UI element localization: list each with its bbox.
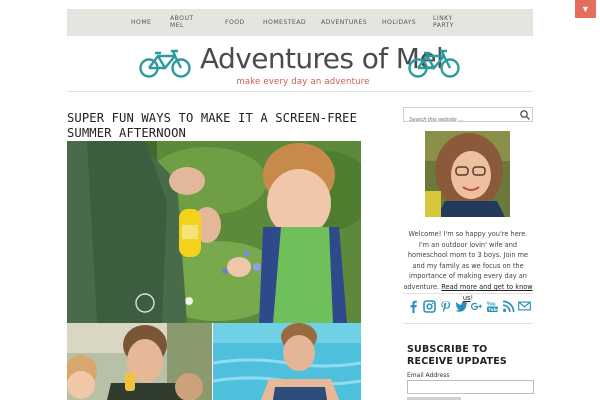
search-box bbox=[403, 107, 533, 127]
nav-item-linky-party[interactable]: LINKY PARTY bbox=[433, 9, 454, 36]
social-icons: You Tube bbox=[407, 299, 531, 313]
facebook-icon[interactable] bbox=[407, 300, 420, 313]
email-icon[interactable] bbox=[518, 300, 531, 313]
sidebar-divider bbox=[403, 293, 533, 294]
email-label: Email Address bbox=[407, 372, 450, 379]
pinterest-icon[interactable] bbox=[439, 300, 452, 313]
bicycle-icon bbox=[139, 49, 191, 78]
chevron-down-icon: ▼ bbox=[581, 4, 590, 14]
nav-item-homestead[interactable]: HOMESTEAD bbox=[263, 9, 306, 36]
bicycle-icon bbox=[408, 49, 460, 78]
header-divider bbox=[67, 91, 533, 92]
subscribe-heading: SUBSCRIBE TO RECEIVE UPDATES bbox=[407, 344, 507, 367]
nav-item-holidays[interactable]: HOLIDAYS bbox=[382, 9, 416, 36]
email-field[interactable] bbox=[407, 380, 534, 394]
site-title[interactable]: Adventures of Mel bbox=[200, 42, 444, 75]
nav-item-about[interactable]: ABOUT MEL bbox=[170, 9, 194, 36]
author-avatar bbox=[425, 131, 510, 217]
post-photo-boy-eating[interactable] bbox=[67, 323, 212, 400]
post-main-photo[interactable] bbox=[67, 141, 361, 323]
site-header: Adventures of Mel make every day an adve… bbox=[67, 38, 533, 90]
twitter-icon[interactable] bbox=[455, 300, 468, 313]
search-input[interactable] bbox=[404, 113, 516, 127]
main-nav: HOME ABOUT MEL FOOD HOMESTEAD ADVENTURES… bbox=[67, 9, 533, 36]
post-title[interactable]: SUPER FUN WAYS TO MAKE IT A SCREEN-FREE … bbox=[67, 111, 367, 141]
nav-item-adventures[interactable]: ADVENTURES bbox=[321, 9, 367, 36]
search-icon[interactable] bbox=[519, 109, 531, 121]
nav-item-home[interactable]: HOME bbox=[131, 9, 151, 36]
google-plus-icon[interactable] bbox=[470, 300, 483, 313]
nav-item-food[interactable]: FOOD bbox=[225, 9, 245, 36]
sidebar-divider bbox=[403, 323, 533, 324]
youtube-icon[interactable]: You Tube bbox=[486, 300, 499, 313]
welcome-body: Welcome! I'm so happy you're here. I'm a… bbox=[403, 230, 529, 291]
rss-icon[interactable] bbox=[502, 300, 515, 313]
instagram-icon[interactable] bbox=[423, 299, 436, 313]
site-tagline: make every day an adventure bbox=[236, 77, 370, 87]
post-photo-pool[interactable] bbox=[213, 323, 361, 400]
toggle-button[interactable]: ▼ bbox=[575, 0, 596, 18]
svg-text:Tube: Tube bbox=[488, 307, 499, 312]
